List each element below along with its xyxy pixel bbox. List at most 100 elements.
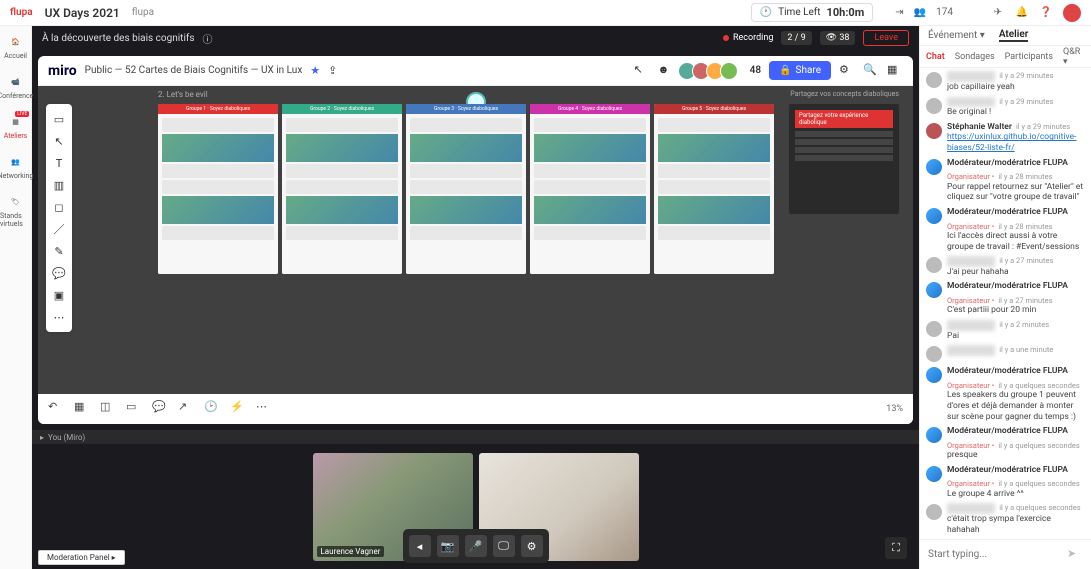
board-header: Groupe 3 · Soyez diaboliques	[406, 104, 526, 114]
chat-avatar	[926, 321, 942, 337]
send-icon[interactable]: ✈	[991, 6, 1005, 20]
chat-name: ████████	[947, 503, 995, 514]
chat-avatar	[926, 72, 942, 88]
summary-panel[interactable]: Partagez votre expérience diabolique	[789, 104, 899, 214]
chat-avatar	[926, 98, 942, 114]
pen-tool-icon[interactable]: ✎	[46, 240, 72, 262]
history-icon[interactable]: 🕑	[204, 400, 222, 418]
leave-button[interactable]: Leave	[863, 30, 909, 46]
chat-avatar	[926, 346, 942, 362]
board-frames: Groupe 1 · Soyez diaboliquesGroupe 2 · S…	[158, 104, 774, 274]
chat-avatar	[926, 123, 942, 139]
video-strip: Laurence Vagner You ◂ 📷 🎤 🖵 ⚙ ⛶	[32, 444, 919, 569]
nav-booth[interactable]: 🏷Stands virtuels	[0, 194, 31, 228]
upload-icon[interactable]: ⇪	[328, 64, 337, 77]
enter-exit-icon[interactable]: ⇥	[895, 7, 903, 18]
time-left-label: Time Left	[778, 7, 820, 18]
miro-canvas[interactable]: 2. Let's be evil Partagez vos concepts d…	[38, 86, 913, 394]
cursor-icon[interactable]: ↖	[634, 63, 650, 79]
you-bar: ▸ You (Miro)	[32, 430, 919, 444]
board-frame[interactable]: Groupe 4 · Soyez diaboliques	[530, 104, 650, 274]
chat-avatar	[926, 504, 942, 520]
nav-users[interactable]: 👥Networking	[0, 154, 33, 180]
moderation-panel-toggle[interactable]: Moderation Panel ▸	[38, 550, 125, 565]
map-icon[interactable]: ▦	[74, 400, 92, 418]
chat-name: Stéphanie Walter	[947, 122, 1012, 133]
chat-name: ████████	[947, 256, 995, 267]
brand-logo: flupa	[10, 7, 33, 18]
star-icon[interactable]: ★	[310, 64, 320, 77]
chat-message: Modérateur/modératrice FLUPAOrganisateur…	[926, 366, 1085, 422]
miro-board-title[interactable]: Public — 52 Cartes de Biais Cognitifs — …	[85, 65, 303, 76]
chat-name: ████████	[947, 320, 995, 331]
mic-button[interactable]: 🎤	[465, 535, 487, 557]
main-area: À la découverte des biais cognitifs ⓘ Re…	[32, 26, 919, 569]
chat-avatar	[926, 427, 942, 443]
board-frame[interactable]: Groupe 2 · Soyez diaboliques	[282, 104, 402, 274]
tab-secondary[interactable]: Participants	[1005, 52, 1053, 62]
nav-grid[interactable]: ▦AteliersLIVE	[4, 114, 28, 140]
search-icon[interactable]: 🔍	[863, 63, 879, 79]
info-icon[interactable]: ⓘ	[203, 31, 213, 46]
comment-tool-icon[interactable]: 💬	[46, 262, 72, 284]
session-title: À la découverte des biais cognitifs	[42, 33, 195, 44]
nav-home[interactable]: 🏠Accueil	[4, 34, 27, 60]
activity-icon[interactable]: ⚡	[230, 400, 248, 418]
tab-secondary[interactable]: Q&R ▾	[1063, 47, 1085, 67]
chat-message: Stéphanie Walteril y a 29 minuteshttps:/…	[926, 122, 1085, 154]
help-icon[interactable]: ❓	[1039, 6, 1053, 20]
profile-avatar[interactable]	[1063, 4, 1081, 22]
nav-video[interactable]: 📹Conférence	[0, 74, 33, 100]
camera-button[interactable]: 📷	[437, 535, 459, 557]
board-header: Groupe 5 · Soyez diaboliques	[654, 104, 774, 114]
more-bottom-icon[interactable]: ⋯	[256, 400, 274, 418]
zoom-level[interactable]: 13%	[886, 404, 903, 414]
attendees-icon[interactable]: 👥	[914, 7, 926, 18]
clock-icon: 🕐	[760, 7, 772, 18]
chat-text: C'est partiii pour 20 min	[947, 305, 1085, 316]
chat-message: ████████il y a 29 minutesBe original !	[926, 97, 1085, 118]
present-icon[interactable]: ▭	[126, 400, 144, 418]
text-tool-icon[interactable]: T	[46, 152, 72, 174]
shape-tool-icon[interactable]: ◻	[46, 196, 72, 218]
bell-icon[interactable]: 🔔	[1015, 6, 1029, 20]
undo-icon[interactable]: ↶	[48, 400, 66, 418]
settings-icon[interactable]: ⚙	[839, 63, 855, 79]
share-button[interactable]: 🔒 Share	[769, 61, 831, 80]
chat-name: Modérateur/modératrice FLUPA	[947, 465, 1068, 476]
comment-nav-icon[interactable]: 💬	[152, 400, 170, 418]
collapse-button[interactable]: ◂	[409, 535, 431, 557]
board-frame[interactable]: Groupe 5 · Soyez diaboliques	[654, 104, 774, 274]
pointer-tool-icon[interactable]: ↖	[46, 130, 72, 152]
send-button[interactable]: ➤	[1067, 547, 1083, 563]
collaborator-avatars[interactable]	[682, 62, 738, 80]
frame-tool-icon[interactable]: ▣	[46, 284, 72, 306]
miro-bottom-toolbar: ↶ ▦ ◫ ▭ 💬 ↗ 🕑 ⚡ ⋯ 13%	[38, 394, 913, 424]
line-tool-icon[interactable]: ／	[46, 218, 72, 240]
select-tool-icon[interactable]: ▭	[46, 108, 72, 130]
tab-primary[interactable]: Événement ▾	[928, 30, 985, 41]
chat-scroll[interactable]: ████████il y a 29 minutesBravooooo Laure…	[920, 68, 1091, 539]
chat-name: Modérateur/modératrice FLUPA	[947, 281, 1068, 292]
more-tool-icon[interactable]: ⋯	[46, 306, 72, 328]
chat-avatar	[926, 466, 942, 482]
tab-primary[interactable]: Atelier	[999, 29, 1029, 42]
screenshare-button[interactable]: 🖵	[493, 535, 515, 557]
board-frame[interactable]: Groupe 3 · Soyez diaboliques	[406, 104, 526, 274]
expand-button[interactable]: ⛶	[885, 537, 907, 559]
event-subtitle: flupa	[132, 7, 154, 18]
chat-input[interactable]	[928, 549, 1061, 560]
tab-secondary[interactable]: Sondages	[955, 52, 995, 62]
chat-link[interactable]: https://uxinlux.github.io/cognitive-bias…	[947, 132, 1076, 153]
board-frame[interactable]: Groupe 1 · Soyez diaboliques	[158, 104, 278, 274]
chat-name: ████████	[947, 345, 995, 356]
tab-secondary[interactable]: Chat	[926, 52, 945, 62]
settings-button[interactable]: ⚙	[521, 535, 543, 557]
sticky-tool-icon[interactable]: ▥	[46, 174, 72, 196]
chat-org-badge: Organisateur •	[947, 172, 994, 181]
export-icon[interactable]: ↗	[178, 400, 196, 418]
reaction-icon[interactable]: ☻	[658, 63, 674, 79]
frame-nav-icon[interactable]: ◫	[100, 400, 118, 418]
grid-icon[interactable]: ▦	[887, 63, 903, 79]
chat-time: il y a 27 minutes	[998, 296, 1052, 305]
